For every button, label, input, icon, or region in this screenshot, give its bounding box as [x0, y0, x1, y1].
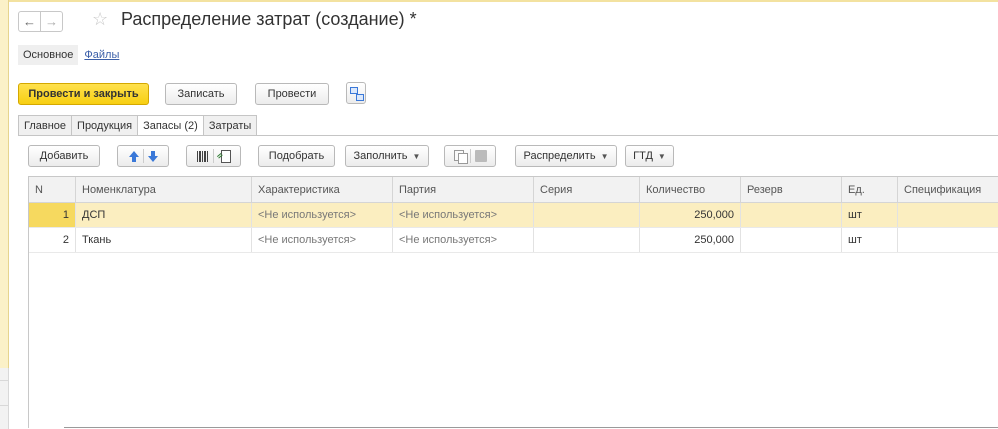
- table-row[interactable]: 1 ДСП <Не используется> <Не используется…: [29, 203, 998, 228]
- nomenclature-cell[interactable]: ДСП: [76, 203, 252, 227]
- specification-cell[interactable]: [898, 203, 998, 227]
- tab-bar: Главное Продукция Запасы (2) Затраты: [18, 115, 258, 136]
- batch-cell[interactable]: <Не используется>: [393, 203, 534, 227]
- form-subnav: Основное Файлы: [18, 44, 119, 66]
- left-panel-lower: [0, 368, 9, 429]
- table-row[interactable]: 2 Ткань <Не используется> <Не использует…: [29, 228, 998, 253]
- tab-costs[interactable]: Затраты: [202, 115, 258, 136]
- row-number[interactable]: 2: [29, 228, 76, 252]
- structure-icon: [349, 86, 364, 101]
- post-and-close-button[interactable]: Провести и закрыть: [18, 83, 149, 105]
- arrow-right-icon: →: [45, 14, 58, 29]
- subnav-main[interactable]: Основное: [18, 45, 79, 65]
- gtd-button-label: ГТД: [633, 150, 653, 162]
- characteristic-cell[interactable]: <Не используется>: [252, 228, 393, 252]
- move-buttons: [117, 145, 169, 167]
- divider: [0, 405, 8, 406]
- table-bottom-border: [64, 427, 998, 428]
- column-header[interactable]: N: [29, 177, 76, 202]
- barcode-icon[interactable]: [197, 150, 209, 162]
- reserve-cell[interactable]: [741, 228, 842, 252]
- chevron-down-icon: ▼: [657, 151, 666, 161]
- paste-icon[interactable]: [474, 150, 487, 162]
- favorite-star-icon[interactable]: ☆: [92, 9, 108, 30]
- stocks-table[interactable]: N Номенклатура Характеристика Партия Сер…: [28, 176, 998, 428]
- left-panel-edge[interactable]: [0, 0, 9, 429]
- characteristic-cell[interactable]: <Не используется>: [252, 203, 393, 227]
- distribute-button[interactable]: Распределить ▼: [515, 145, 617, 167]
- gtd-button[interactable]: ГТД ▼: [625, 145, 674, 167]
- row-number[interactable]: 1: [29, 203, 76, 227]
- specification-cell[interactable]: [898, 228, 998, 252]
- batch-cell[interactable]: <Не используется>: [393, 228, 534, 252]
- move-down-icon[interactable]: [147, 150, 158, 162]
- page-title: Распределение затрат (создание) *: [121, 9, 417, 29]
- arrow-left-icon: ←: [23, 14, 36, 29]
- tab-divider: [18, 135, 998, 136]
- back-button[interactable]: ←: [18, 11, 41, 32]
- pick-button[interactable]: Подобрать: [258, 145, 335, 167]
- barcode-buttons: [186, 145, 241, 167]
- save-button[interactable]: Записать: [165, 83, 237, 105]
- column-header[interactable]: Характеристика: [252, 177, 393, 202]
- fill-button[interactable]: Заполнить ▼: [345, 145, 429, 167]
- column-header[interactable]: Ед.: [842, 177, 898, 202]
- tab-stocks[interactable]: Запасы (2): [137, 115, 203, 136]
- quantity-cell[interactable]: 250,000: [640, 228, 741, 252]
- column-header[interactable]: Резерв: [741, 177, 842, 202]
- copy-icon[interactable]: [453, 150, 468, 164]
- tab-main[interactable]: Главное: [18, 115, 72, 136]
- chevron-down-icon: ▼: [600, 151, 609, 161]
- post-button[interactable]: Провести: [255, 83, 329, 105]
- move-up-icon[interactable]: [128, 150, 139, 162]
- document-form: ← → ☆ Распределение затрат (создание) * …: [0, 0, 998, 429]
- divider: [0, 380, 8, 381]
- table-header: N Номенклатура Характеристика Партия Сер…: [29, 177, 998, 203]
- column-header[interactable]: Серия: [534, 177, 640, 202]
- column-header[interactable]: Спецификация: [898, 177, 998, 202]
- unit-cell[interactable]: шт: [842, 203, 898, 227]
- separator: [142, 149, 144, 163]
- scanner-icon[interactable]: [218, 150, 231, 163]
- distribute-button-label: Распределить: [523, 150, 596, 162]
- unit-cell[interactable]: шт: [842, 228, 898, 252]
- reserve-cell[interactable]: [741, 203, 842, 227]
- chevron-down-icon: ▼: [412, 151, 421, 161]
- quantity-cell[interactable]: 250,000: [640, 203, 741, 227]
- separator: [469, 149, 471, 163]
- column-header[interactable]: Количество: [640, 177, 741, 202]
- tab-products[interactable]: Продукция: [71, 115, 138, 136]
- top-border: [0, 0, 998, 2]
- column-header[interactable]: Партия: [393, 177, 534, 202]
- column-header[interactable]: Номенклатура: [76, 177, 252, 202]
- clipboard-buttons: [444, 145, 496, 167]
- subnav-files-link[interactable]: Файлы: [84, 49, 119, 61]
- separator: [213, 149, 214, 163]
- fill-button-label: Заполнить: [353, 150, 408, 162]
- add-button[interactable]: Добавить: [28, 145, 100, 167]
- nomenclature-cell[interactable]: Ткань: [76, 228, 252, 252]
- series-cell[interactable]: [534, 203, 640, 227]
- forward-button[interactable]: →: [40, 11, 63, 32]
- series-cell[interactable]: [534, 228, 640, 252]
- structure-button[interactable]: [346, 82, 366, 104]
